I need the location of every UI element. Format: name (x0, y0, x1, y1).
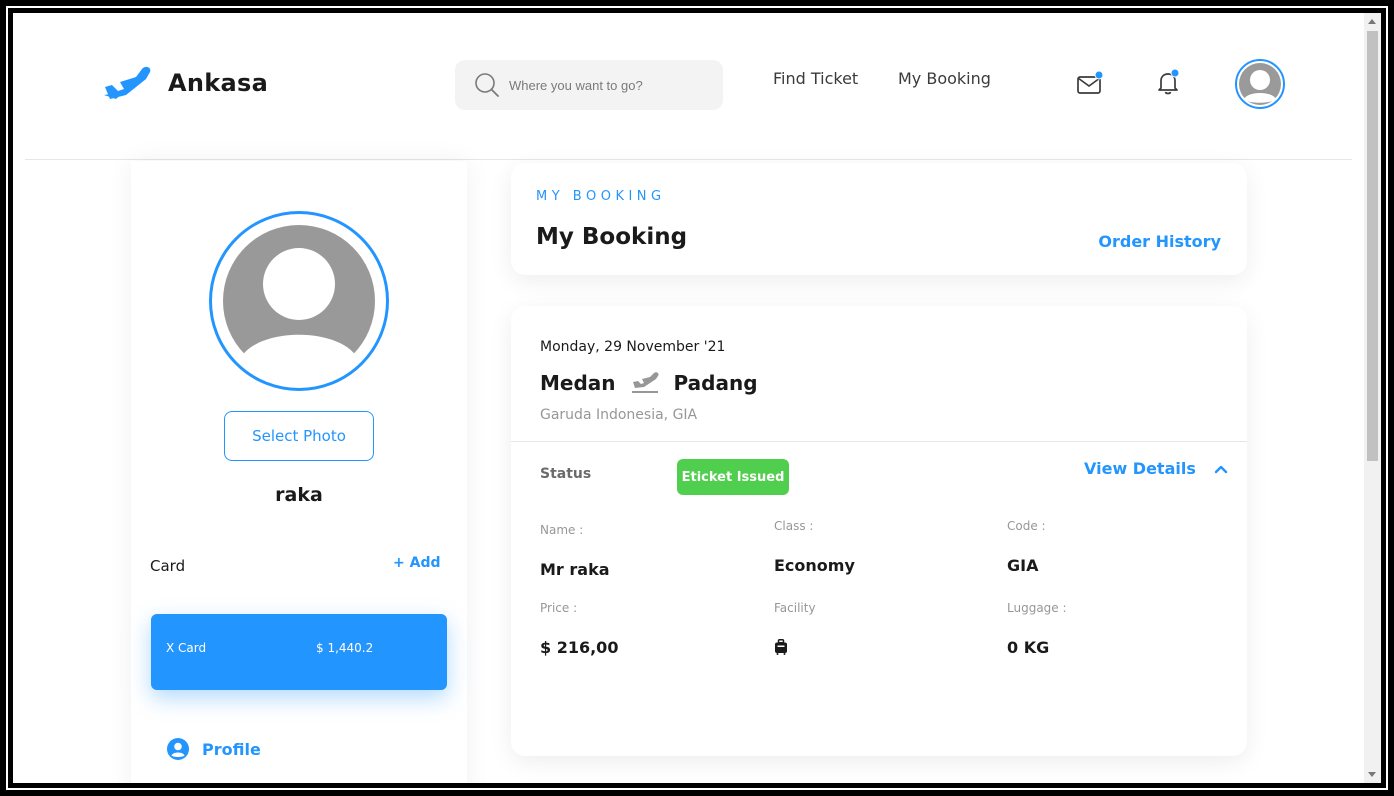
status-label: Status (540, 466, 592, 482)
flight-route: Medan Padang (540, 371, 758, 395)
sidebar-item-profile[interactable]: Profile (167, 738, 261, 760)
card-name: X Card (166, 641, 207, 655)
class-label: Class : (774, 519, 814, 533)
luggage-icon (775, 639, 787, 655)
scroll-down-icon[interactable] (1368, 772, 1376, 777)
code-value: GIA (1007, 556, 1039, 575)
section-eyebrow: MY BOOKING (536, 189, 666, 204)
nav-find-ticket[interactable]: Find Ticket (773, 69, 858, 88)
search-box[interactable] (455, 60, 723, 110)
page-viewport: Ankasa Find Ticket My Booking (13, 13, 1381, 783)
search-icon (475, 73, 499, 97)
scroll-thumb[interactable] (1367, 31, 1378, 461)
profile-username: raka (275, 484, 323, 506)
vertical-scrollbar[interactable] (1364, 13, 1381, 783)
airline-info: Garuda Indonesia, GIA (540, 407, 698, 423)
mail-icon[interactable] (1075, 69, 1105, 99)
view-details-label: View Details (1084, 459, 1196, 478)
luggage-value: 0 KG (1007, 638, 1050, 657)
order-history-link[interactable]: Order History (1098, 232, 1221, 251)
select-photo-button[interactable]: Select Photo (224, 411, 374, 461)
name-label: Name : (540, 523, 584, 537)
brand-logo[interactable]: Ankasa (102, 65, 268, 101)
price-value: $ 216,00 (540, 638, 619, 657)
name-value: Mr raka (540, 560, 610, 579)
plane-logo-icon (104, 66, 151, 99)
profile-sidebar: Select Photo raka Card + Add X Card $ 1,… (131, 161, 467, 783)
page-title: My Booking (536, 224, 688, 250)
card-section-title: Card (150, 557, 186, 575)
avatar-placeholder-icon (1239, 63, 1281, 105)
class-value: Economy (774, 556, 855, 575)
bell-icon[interactable] (1153, 67, 1183, 97)
divider (511, 441, 1247, 442)
luggage-label: Luggage : (1007, 601, 1067, 615)
add-card-link[interactable]: + Add (393, 555, 440, 571)
chevron-up-icon (1214, 465, 1228, 473)
flight-date: Monday, 29 November '21 (540, 339, 726, 355)
profile-avatar (209, 211, 389, 391)
user-circle-icon (167, 738, 189, 760)
price-label: Price : (540, 601, 578, 615)
nav-my-booking[interactable]: My Booking (898, 69, 991, 88)
top-navbar: Ankasa Find Ticket My Booking (25, 13, 1352, 160)
brand-name: Ankasa (168, 69, 269, 97)
card-balance: $ 1,440.2 (316, 641, 374, 655)
sidebar-item-label: Profile (202, 739, 261, 759)
booking-header-card: MY BOOKING My Booking Order History (511, 163, 1247, 275)
facility-label: Facility (774, 601, 816, 615)
destination-city: Padang (673, 371, 758, 395)
avatar-placeholder-icon (223, 225, 375, 378)
origin-city: Medan (540, 371, 616, 395)
plane-route-icon (631, 372, 659, 393)
scroll-up-icon[interactable] (1368, 19, 1376, 24)
booking-ticket-card: Monday, 29 November '21 Medan Padang Gar… (511, 306, 1247, 756)
payment-card[interactable]: X Card $ 1,440.2 (151, 614, 447, 690)
status-badge: Eticket Issued (677, 459, 789, 495)
view-details-toggle[interactable]: View Details (1084, 459, 1228, 478)
code-label: Code : (1007, 519, 1046, 533)
search-input[interactable] (509, 77, 699, 93)
header-avatar[interactable] (1235, 59, 1285, 109)
